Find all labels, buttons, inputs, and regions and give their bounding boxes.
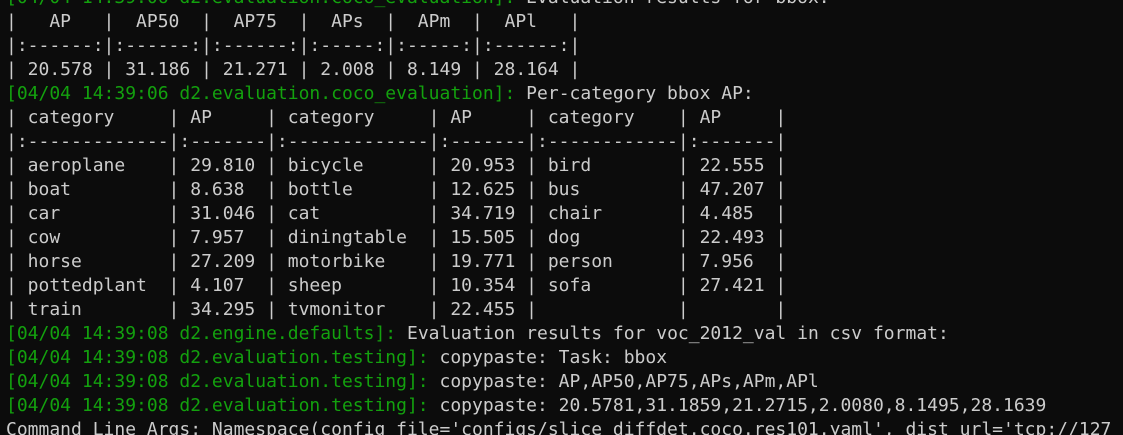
log-line: Command Line Args: Namespace(config_file…: [6, 418, 1111, 435]
table-row: | car | 31.046 | cat | 34.719 | chair | …: [6, 202, 1111, 226]
table-row: | pottedplant | 4.107 | sheep | 10.354 |…: [6, 274, 1111, 298]
log-prefix: [04/04 14:39:06 d2.evaluation.coco_evalu…: [6, 0, 515, 8]
table-row: | cow | 7.957 | diningtable | 15.505 | d…: [6, 226, 1111, 250]
log-text: | train | 34.295 | tvmonitor | 22.455 | …: [6, 299, 787, 320]
log-text: Per-category bbox AP:: [515, 83, 754, 104]
table-row: | boat | 8.638 | bottle | 12.625 | bus |…: [6, 178, 1111, 202]
log-line: [04/04 14:39:08 d2.evaluation.testing]: …: [6, 370, 1111, 394]
table-separator-row: |:------:|:------:|:------:|:-----:|:---…: [6, 34, 1111, 58]
log-line: [04/04 14:39:08 d2.evaluation.testing]: …: [6, 346, 1111, 370]
log-text: Evaluation results for voc_2012_val in c…: [396, 323, 949, 344]
table-separator-row: |:-------------|:-------|:-------------|…: [6, 130, 1111, 154]
log-prefix: [04/04 14:39:06 d2.evaluation.coco_evalu…: [6, 83, 516, 104]
table-row: | 20.578 | 31.186 | 21.271 | 2.008 | 8.1…: [6, 58, 1111, 82]
log-text: Command Line Args: Namespace(config_file…: [6, 419, 1112, 435]
log-prefix: [04/04 14:39:08 d2.engine.defaults]:: [6, 323, 397, 344]
log-text: | 20.578 | 31.186 | 21.271 | 2.008 | 8.1…: [6, 59, 581, 80]
terminal-output: [04/04 14:39:06 d2.evaluation.coco_evalu…: [6, 0, 1111, 435]
log-text: copypaste: 20.5781,31.1859,21.2715,2.008…: [428, 395, 1047, 416]
log-prefix: [04/04 14:39:08 d2.evaluation.testing]:: [6, 395, 429, 416]
table-row: | aeroplane | 29.810 | bicycle | 20.953 …: [6, 154, 1111, 178]
log-text: | boat | 8.638 | bottle | 12.625 | bus |…: [6, 179, 787, 200]
terminal-window[interactable]: [04/04 14:39:06 d2.evaluation.coco_evalu…: [0, 0, 1123, 435]
log-text: | pottedplant | 4.107 | sheep | 10.354 |…: [6, 275, 787, 296]
log-text: | AP | AP50 | AP75 | APs | APm | APl |: [6, 11, 581, 32]
log-text: | category | AP | category | AP | catego…: [6, 107, 787, 128]
log-text: copypaste: Task: bbox: [428, 347, 668, 368]
log-line: [04/04 14:39:06 d2.evaluation.coco_evalu…: [6, 0, 1111, 10]
log-line: [04/04 14:39:06 d2.evaluation.coco_evalu…: [6, 82, 1111, 106]
table-row: | horse | 27.209 | motorbike | 19.771 | …: [6, 250, 1111, 274]
table-row: | train | 34.295 | tvmonitor | 22.455 | …: [6, 298, 1111, 322]
log-prefix: [04/04 14:39:08 d2.evaluation.testing]:: [6, 347, 429, 368]
log-text: |:-------------|:-------|:-------------|…: [6, 131, 787, 152]
log-prefix: [04/04 14:39:08 d2.evaluation.testing]:: [6, 371, 429, 392]
log-text: | aeroplane | 29.810 | bicycle | 20.953 …: [6, 155, 787, 176]
log-line: [04/04 14:39:08 d2.engine.defaults]: Eva…: [6, 322, 1111, 346]
log-text: | horse | 27.209 | motorbike | 19.771 | …: [6, 251, 787, 272]
table-header-row: | category | AP | category | AP | catego…: [6, 106, 1111, 130]
table-header-row: | AP | AP50 | AP75 | APs | APm | APl |: [6, 10, 1111, 34]
log-text: copypaste: AP,AP50,AP75,APs,APm,APl: [428, 371, 819, 392]
log-text: | car | 31.046 | cat | 34.719 | chair | …: [6, 203, 787, 224]
log-text: |:------:|:------:|:------:|:-----:|:---…: [6, 35, 581, 56]
log-text: Evaluation results for bbox:: [515, 0, 829, 8]
log-line: [04/04 14:39:08 d2.evaluation.testing]: …: [6, 394, 1111, 418]
log-text: | cow | 7.957 | diningtable | 15.505 | d…: [6, 227, 787, 248]
